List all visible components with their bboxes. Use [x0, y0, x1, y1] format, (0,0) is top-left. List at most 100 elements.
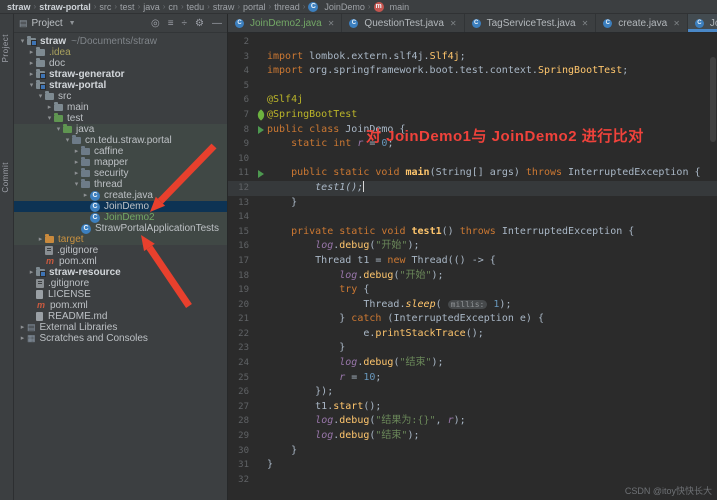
line-number[interactable]: 20	[228, 298, 254, 313]
code-line[interactable]: 7@SpringBootTest	[228, 108, 717, 123]
collapse-all-icon[interactable]: ÷	[182, 18, 188, 29]
line-number[interactable]: 27	[228, 400, 254, 415]
tree-item-joindemo2[interactable]: CJoinDemo2	[14, 212, 227, 223]
line-number[interactable]: 15	[228, 225, 254, 240]
tree-item-mapper[interactable]: ▸mapper	[14, 157, 227, 168]
chevron-down-icon[interactable]: ▾	[18, 36, 27, 47]
tree-item-doc[interactable]: ▸doc	[14, 58, 227, 69]
chevron-right-icon[interactable]: ▸	[27, 267, 36, 278]
tree-item-main[interactable]: ▸main	[14, 102, 227, 113]
code-line[interactable]: 20 Thread.sleep( millis: 1);	[228, 298, 717, 313]
chevron-down-icon[interactable]: ▾	[54, 124, 63, 135]
tree-item-src[interactable]: ▾src	[14, 91, 227, 102]
code-line[interactable]: 13 }	[228, 196, 717, 211]
line-number[interactable]: 4	[228, 64, 254, 79]
code-line[interactable]: 31}	[228, 458, 717, 473]
hide-icon[interactable]: —	[212, 18, 222, 29]
code-line[interactable]: 26 });	[228, 385, 717, 400]
line-number[interactable]: 8	[228, 123, 254, 138]
code-line[interactable]: 22 e.printStackTrace();	[228, 327, 717, 342]
tab-create-java[interactable]: Ccreate.java✕	[596, 14, 688, 32]
tab-close-icon[interactable]: ✕	[450, 19, 457, 28]
tree-item-target[interactable]: ▸target	[14, 234, 227, 245]
breadcrumb-item[interactable]: src	[98, 2, 112, 12]
chevron-right-icon[interactable]: ▸	[18, 333, 27, 344]
locate-icon[interactable]: ◎	[151, 18, 160, 29]
breadcrumb-item[interactable]: straw	[6, 2, 32, 12]
tree-item-cn-tedu-straw-portal[interactable]: ▾cn.tedu.straw.portal	[14, 135, 227, 146]
code-line[interactable]: 17 Thread t1 = new Thread(() -> {	[228, 254, 717, 269]
settings-icon[interactable]: ⚙	[195, 18, 204, 29]
breadcrumb-item[interactable]: portal	[242, 2, 267, 12]
tree-item-straw-generator[interactable]: ▸straw-generator	[14, 69, 227, 80]
line-number[interactable]: 21	[228, 312, 254, 327]
tab-close-icon[interactable]: ✕	[582, 19, 589, 28]
run-icon[interactable]	[258, 126, 264, 134]
breadcrumb-item[interactable]: straw	[212, 2, 236, 12]
code-line[interactable]: 16 log.debug("开始");	[228, 239, 717, 254]
tab-close-icon[interactable]: ✕	[673, 19, 680, 28]
line-number[interactable]: 6	[228, 93, 254, 108]
tab-tagservicetest-java[interactable]: CTagServiceTest.java✕	[465, 14, 597, 32]
code-line[interactable]: 12 test1();	[228, 181, 717, 196]
tab-questiontest-java[interactable]: CQuestionTest.java✕	[342, 14, 464, 32]
line-number[interactable]: 30	[228, 444, 254, 459]
chevron-right-icon[interactable]: ▸	[45, 102, 54, 113]
tree-item-gitignore[interactable]: .gitignore	[14, 278, 227, 289]
chevron-down-icon[interactable]: ▾	[63, 135, 72, 146]
code-line[interactable]: 4import org.springframework.boot.test.co…	[228, 64, 717, 79]
breadcrumb-item[interactable]: straw-portal	[38, 2, 92, 12]
chevron-right-icon[interactable]: ▸	[72, 157, 81, 168]
tree-item-idea[interactable]: ▸.idea	[14, 47, 227, 58]
line-number[interactable]: 19	[228, 283, 254, 298]
tree-item-joindemo[interactable]: CJoinDemo	[14, 201, 227, 212]
line-number[interactable]: 28	[228, 414, 254, 429]
stripe-tab-project[interactable]: Project	[1, 34, 10, 62]
line-number[interactable]: 26	[228, 385, 254, 400]
breadcrumb-item[interactable]: test	[119, 2, 136, 12]
tree-item-external-libraries[interactable]: ▸▤External Libraries	[14, 322, 227, 333]
tree-item-pom-xml[interactable]: mpom.xml	[14, 256, 227, 267]
line-number[interactable]: 13	[228, 196, 254, 211]
code-line[interactable]: 19 try {	[228, 283, 717, 298]
chevron-right-icon[interactable]: ▸	[36, 234, 45, 245]
tree-item-straw[interactable]: ▾straw~/Documents/straw	[14, 36, 227, 47]
tab-joindemo2-java[interactable]: CJoinDemo2.java✕	[228, 14, 342, 32]
project-panel-title[interactable]: ▤ Project ▼	[19, 18, 76, 29]
expand-all-icon[interactable]: ≡	[168, 18, 174, 29]
tree-item-gitignore[interactable]: .gitignore	[14, 245, 227, 256]
chevron-right-icon[interactable]: ▸	[27, 58, 36, 69]
line-number[interactable]: 32	[228, 473, 254, 488]
breadcrumb-item-class[interactable]: JoinDemo	[323, 2, 366, 12]
chevron-down-icon[interactable]: ▾	[36, 91, 45, 102]
tree-item-test[interactable]: ▾test	[14, 113, 227, 124]
breadcrumb-item[interactable]: cn	[167, 2, 179, 12]
code-line[interactable]: 30 }	[228, 444, 717, 459]
tree-item-strawportalapplicationtests[interactable]: CStrawPortalApplicationTests	[14, 223, 227, 234]
tab-joindemo-java[interactable]: CJoinDemo.java✕	[688, 14, 717, 32]
tree-item-caffine[interactable]: ▸caffine	[14, 146, 227, 157]
line-number[interactable]: 12	[228, 181, 254, 196]
chevron-right-icon[interactable]: ▸	[27, 69, 36, 80]
line-number[interactable]: 16	[228, 239, 254, 254]
chevron-right-icon[interactable]: ▸	[18, 322, 27, 333]
scrollbar-thumb[interactable]	[710, 57, 716, 142]
line-number[interactable]: 22	[228, 327, 254, 342]
breadcrumb-item-method[interactable]: main	[389, 2, 411, 12]
chevron-down-icon[interactable]: ▾	[27, 80, 36, 91]
chevron-down-icon[interactable]: ▾	[45, 113, 54, 124]
code-line[interactable]: 28 log.debug("结果为:{}", r);	[228, 414, 717, 429]
line-number[interactable]: 24	[228, 356, 254, 371]
chevron-down-icon[interactable]: ▾	[72, 179, 81, 190]
tree-item-thread[interactable]: ▾thread	[14, 179, 227, 190]
line-number[interactable]: 10	[228, 152, 254, 167]
line-number[interactable]: 31	[228, 458, 254, 473]
stripe-tab-commit[interactable]: Commit	[1, 162, 10, 193]
code-line[interactable]: 2	[228, 35, 717, 50]
run-icon[interactable]	[258, 170, 264, 178]
breadcrumb-item[interactable]: java	[142, 2, 161, 12]
tree-item-java[interactable]: ▾java	[14, 124, 227, 135]
line-number[interactable]: 11	[228, 166, 254, 181]
code-line[interactable]: 14	[228, 210, 717, 225]
code-line[interactable]: 24 log.debug("结束");	[228, 356, 717, 371]
